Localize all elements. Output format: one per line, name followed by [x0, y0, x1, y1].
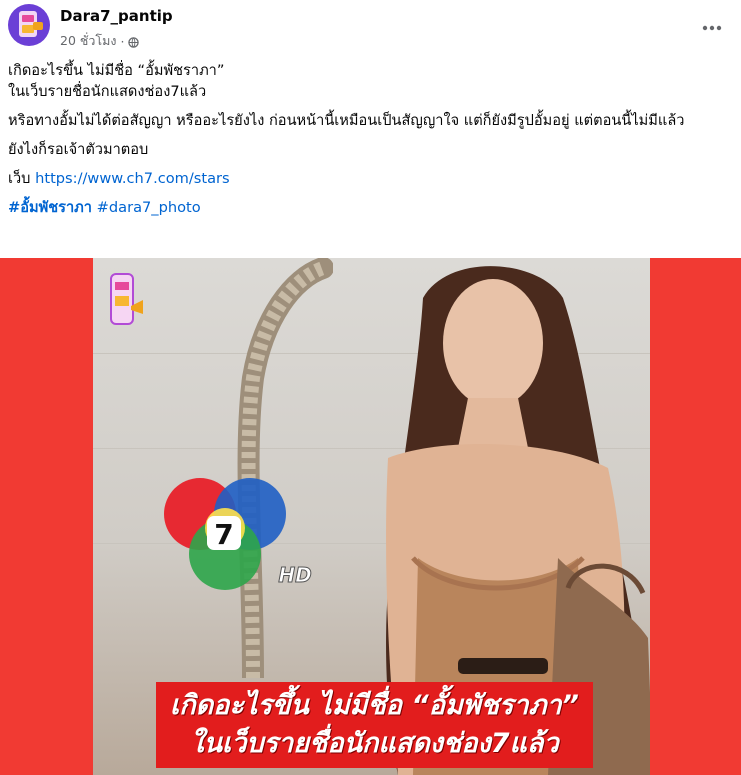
banner-line-2: ในเว็บรายชื่อนักแสดงช่อง7แล้ว — [190, 728, 559, 759]
ch7-hd-label: HD — [278, 563, 311, 587]
post-paragraph-4: เว็บ https://www.ch7.com/stars — [8, 168, 733, 189]
ch7-number: 7 — [214, 518, 233, 551]
post-body: เกิดอะไรขึ้น ไม่มีชื่อ “อั้มพัชราภา” ในเว… — [8, 60, 733, 226]
ch7-logo: 7 HD — [164, 478, 312, 590]
hashtag-dara7-photo[interactable]: #dara7_photo — [97, 199, 201, 216]
page-name-link[interactable]: Dara7_pantip — [60, 7, 173, 25]
hashtag-aum[interactable]: #อั้มพัชราภา — [8, 199, 92, 216]
post-meta: 20 ชั่วโมง · — [60, 31, 140, 51]
post-timestamp[interactable]: 20 ชั่วโมง — [60, 31, 116, 51]
post-line-1: เกิดอะไรขึ้น ไม่มีชื่อ “อั้มพัชราภา” — [8, 62, 225, 79]
web-prefix: เว็บ — [8, 170, 31, 187]
more-options-icon — [702, 25, 722, 31]
headline-banner: เกิดอะไรขึ้น ไม่มีชื่อ “อั้มพัชราภา” ในเ… — [156, 682, 593, 768]
photo-content: 7 HD เกิดอะไรขึ้น ไม่มีชื่อ “อั้มพัชราภา… — [93, 258, 650, 775]
post-header: Dara7_pantip 20 ชั่วโมง · — [0, 0, 741, 56]
banner-line-1: เกิดอะไรขึ้น ไม่มีชื่อ “อั้มพัชราภา” — [170, 690, 579, 721]
page-avatar[interactable] — [8, 4, 50, 46]
meta-separator: · — [120, 33, 125, 49]
more-options-button[interactable] — [696, 12, 728, 44]
post-hashtags: #อั้มพัชราภา #dara7_photo — [8, 197, 733, 218]
post-paragraph-1: เกิดอะไรขึ้น ไม่มีชื่อ “อั้มพัชราภา” ในเว… — [8, 60, 733, 102]
megaphone-icon — [33, 22, 43, 30]
post-paragraph-3: ยังไงก็รอเจ้าตัวมาตอบ — [8, 141, 149, 158]
post-paragraph-2: หริอทางอั้มไม่ได้ต่อสัญญา หรืออะไรยังไง … — [8, 112, 685, 129]
dara7-logo — [110, 273, 143, 325]
post-line-2: ในเว็บรายชื่อนักแสดงช่อง7แล้ว — [8, 83, 207, 100]
post-image[interactable]: 7 HD เกิดอะไรขึ้น ไม่มีชื่อ “อั้มพัชราภา… — [0, 258, 741, 775]
ch7-stars-link[interactable]: https://www.ch7.com/stars — [35, 170, 230, 187]
globe-icon — [128, 36, 140, 48]
